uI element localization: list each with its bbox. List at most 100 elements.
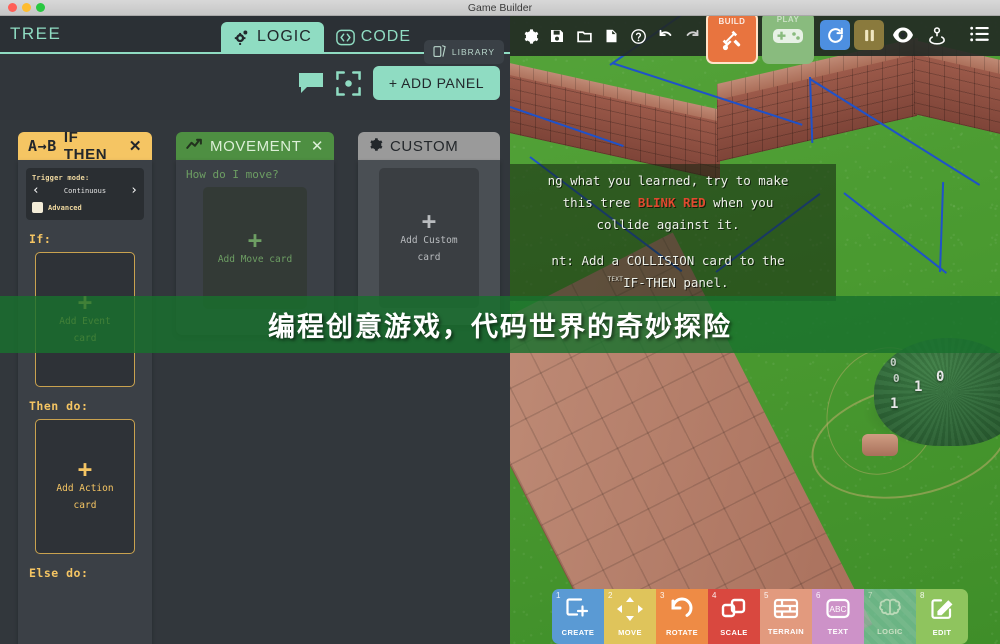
tool-edit-label: EDIT [932,627,952,637]
tool-move-number: 2 [608,591,613,600]
action-bar-right: + ADD PANEL [298,66,500,100]
tree-number-label: 0 [890,356,897,369]
panel-movement-header[interactable]: MOVEMENT ✕ [176,132,334,160]
tool-logic-label: LOGIC [877,627,903,636]
tool-scale[interactable]: 4 SCALE [708,589,760,644]
tab-code-label: CODE [360,28,412,45]
app-window: 1 1 0 0 0 ng what you learned, try to ma… [0,0,1000,644]
plus-icon: + [421,206,437,235]
playback-controls [820,20,952,50]
abc-box-icon: ABC [825,597,851,625]
tree-object[interactable] [874,338,1000,446]
pause-icon[interactable] [854,20,884,50]
tool-rotate-label: ROTATE [665,627,699,637]
trigger-mode-value: Continuous [63,186,107,195]
tool-scale-label: SCALE [720,627,748,637]
player-camera-icon[interactable] [922,20,952,50]
close-icon[interactable]: ✕ [311,137,324,155]
tab-logic-label: LOGIC [257,28,312,45]
plus-icon: + [77,455,93,484]
plus-icon: + [247,225,263,254]
trigger-mode-selector: ‹ Continuous › [32,184,138,197]
speech-bubble-icon[interactable] [298,72,324,94]
trigger-mode-box: Trigger mode: ‹ Continuous › Advanced [26,168,144,220]
tool-rotate[interactable]: 3 ROTATE [656,589,708,644]
restart-icon[interactable] [820,20,850,50]
instruction-line-2: this tree BLINK RED when you [510,192,832,214]
save-icon[interactable] [545,23,569,49]
tool-terrain[interactable]: 5 TERRAIN [760,589,812,644]
pencil-square-icon [929,597,955,626]
tool-logic[interactable]: 7 LOGIC [864,589,916,644]
panel-custom-title: CUSTOM [390,137,459,155]
rotate-arrow-icon [669,597,695,626]
add-panel-button[interactable]: + ADD PANEL [372,66,500,100]
tab-code[interactable]: CODE [324,22,423,52]
tool-text-number: 6 [816,591,821,600]
tool-edit[interactable]: 8 EDIT [916,589,968,644]
help-icon[interactable] [626,23,650,49]
instruction-line-2-post: when you [705,194,774,210]
rock-object[interactable] [862,434,898,456]
movement-hint-text: How do I move? [186,168,279,181]
tool-text[interactable]: 6 ABC TEXT [812,589,864,644]
instruction-hint-2-text: IF-THEN panel. [623,274,729,290]
if-section-label: If: [29,232,52,246]
next-arrow-icon[interactable]: › [130,184,138,197]
gamepad-icon [772,25,804,52]
instruction-emphasis: BLINK RED [637,194,706,210]
editor-tab-bar: TREE LOGIC CODE LIBRARY [0,16,510,64]
add-move-card-label: Add Move card [217,254,293,266]
close-icon[interactable]: ✕ [129,137,142,155]
build-mode-label: BUILD [718,17,746,26]
add-action-card-button[interactable]: + Add Action card [35,419,135,554]
gear-icon[interactable] [518,23,542,49]
panel-if-then-header[interactable]: A→B IF THEN ✕ [18,129,152,163]
folder-icon[interactable] [572,23,596,49]
panel-if-then: A→B IF THEN ✕ Trigger mode: ‹ Continuous… [18,129,152,644]
else-section-label: Else do: [29,566,89,580]
tool-palette: 1 CREATE 2 MOVE 3 ROTATE 4 SCALE 5 TERRA… [552,589,968,644]
tool-create[interactable]: 1 CREATE [552,589,604,644]
new-file-icon[interactable] [599,23,623,49]
panel-custom-header[interactable]: CUSTOM [358,132,500,160]
hamburger-menu-icon[interactable] [970,26,990,47]
tool-move[interactable]: 2 MOVE [604,589,656,644]
tree-number-label: 0 [936,369,945,385]
trigger-mode-label: Trigger mode: [32,174,90,182]
instruction-line-2-pre: this tree [562,194,638,210]
tool-terrain-number: 5 [764,591,769,600]
tool-terrain-label: TERRAIN [767,627,805,636]
redo-icon[interactable] [680,23,704,49]
tool-text-label: TEXT [827,627,849,636]
tab-logic[interactable]: LOGIC [221,22,324,52]
instruction-hint-2: TEXTIF-THEN panel. [510,272,832,294]
undo-icon[interactable] [653,23,677,49]
add-custom-card-button[interactable]: + Add Custom card [379,168,479,308]
scene-instruction-text: ng what you learned, try to make this tr… [510,164,836,302]
add-custom-card-line1: Add Custom [400,234,458,246]
advanced-toggle-row[interactable]: Advanced [32,202,138,213]
create-square-plus-icon [565,597,591,626]
prev-arrow-icon[interactable]: ‹ [32,184,40,197]
tool-logic-number: 7 [868,591,873,600]
promo-banner: 编程创意游戏，代码世界的奇妙探险 [0,296,1000,353]
tool-edit-number: 8 [920,591,925,600]
eye-icon[interactable] [888,20,918,50]
tree-number-label: 1 [914,379,923,395]
instruction-line-1: ng what you learned, try to make [547,173,789,188]
mode-toggle-group: BUILD PLAY [706,12,814,64]
panel-movement-title: MOVEMENT [210,137,302,155]
tool-scale-number: 4 [712,591,717,600]
advanced-label: Advanced [48,203,82,212]
advanced-checkbox[interactable] [32,202,43,213]
gears-icon [233,28,251,46]
window-title-bar: Game Builder [0,0,1000,16]
build-mode-button[interactable]: BUILD [706,12,758,64]
add-move-card-button[interactable]: + Add Move card [203,187,307,309]
tool-move-label: MOVE [618,627,642,637]
play-mode-button[interactable]: PLAY [762,12,814,64]
move-arrows-icon [617,596,643,626]
zigzag-arrow-icon [186,138,203,155]
focus-target-icon[interactable] [336,70,361,96]
